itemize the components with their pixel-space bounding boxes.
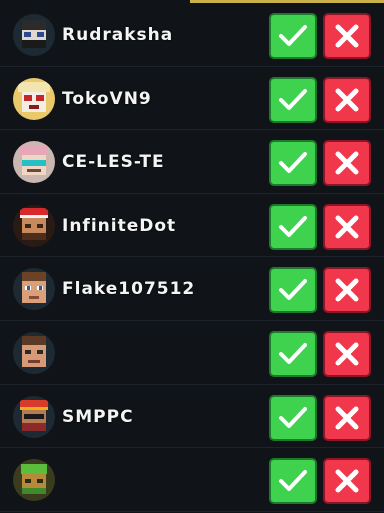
player-name: Rudraksha [62, 25, 174, 45]
request-row [0, 321, 384, 385]
check-icon [279, 470, 307, 492]
check-icon [279, 406, 307, 428]
reject-button[interactable] [323, 267, 371, 314]
cross-icon [335, 88, 359, 112]
friend-request-list: Rudraksha TokoVN9 CE-LES-TE InfiniteDot … [0, 3, 384, 512]
accept-button[interactable] [269, 394, 317, 441]
request-row: InfiniteDot [0, 194, 384, 258]
avatar [13, 268, 55, 311]
request-row [0, 448, 384, 512]
check-icon [279, 279, 307, 301]
check-icon [279, 152, 307, 174]
avatar [13, 204, 55, 247]
accept-button[interactable] [269, 13, 317, 59]
cross-icon [335, 342, 359, 366]
avatar [13, 331, 55, 374]
request-row: Rudraksha [0, 3, 384, 67]
reject-button[interactable] [323, 140, 371, 187]
request-row: SMPPC [0, 385, 384, 449]
cross-icon [335, 406, 359, 430]
player-name: CE-LES-TE [62, 152, 165, 173]
accept-button[interactable] [269, 330, 317, 377]
request-row: TokoVN9 [0, 67, 384, 131]
player-name: Flake107512 [62, 279, 196, 300]
accept-button[interactable] [269, 458, 317, 505]
accept-button[interactable] [269, 76, 317, 123]
avatar [13, 395, 55, 438]
reject-button[interactable] [323, 13, 371, 59]
player-name: InfiniteDot [62, 215, 177, 236]
accept-button[interactable] [269, 203, 317, 250]
check-icon [279, 215, 307, 237]
accept-button[interactable] [269, 140, 317, 187]
reject-button[interactable] [323, 203, 371, 250]
avatar [13, 14, 55, 56]
check-icon [279, 88, 307, 110]
avatar [13, 141, 55, 184]
player-name: TokoVN9 [62, 88, 152, 109]
cross-icon [335, 215, 359, 239]
cross-icon [335, 24, 359, 48]
cross-icon [335, 278, 359, 302]
avatar [13, 77, 55, 120]
request-row: CE-LES-TE [0, 130, 384, 194]
reject-button[interactable] [323, 76, 371, 123]
player-name: SMPPC [62, 406, 134, 427]
accept-button[interactable] [269, 267, 317, 314]
check-icon [279, 342, 307, 364]
request-row: Flake107512 [0, 257, 384, 321]
check-icon [279, 25, 307, 46]
cross-icon [335, 469, 359, 493]
reject-button[interactable] [323, 394, 371, 441]
reject-button[interactable] [323, 330, 371, 377]
cross-icon [335, 151, 359, 175]
reject-button[interactable] [323, 458, 371, 505]
avatar [13, 459, 55, 502]
